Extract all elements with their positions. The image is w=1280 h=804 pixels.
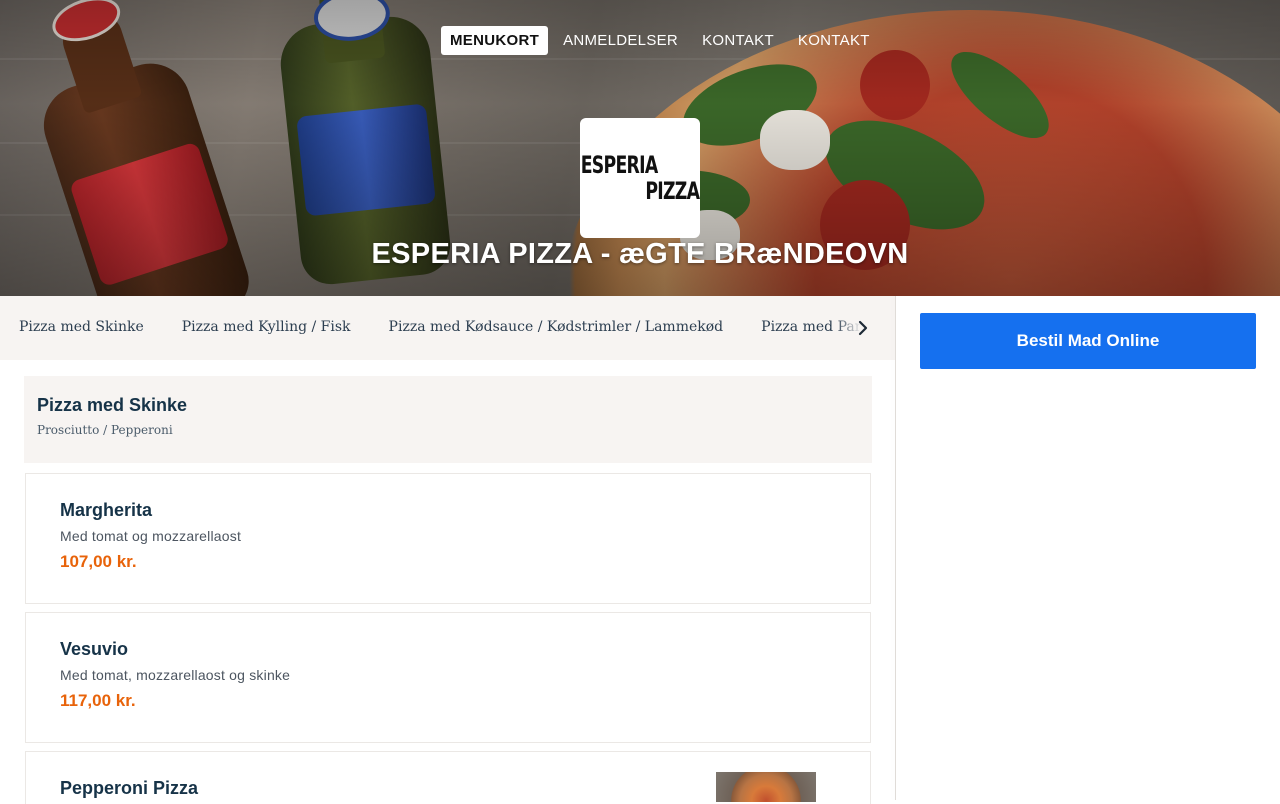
section-title: Pizza med Skinke bbox=[37, 395, 188, 415]
menu-section-header: Pizza med Skinke Prosciutto / Pepperoni bbox=[24, 376, 872, 463]
category-tab-koedsauce[interactable]: Pizza med Kødsauce / Kødstrimler / Lamme… bbox=[370, 296, 743, 360]
restaurant-title: ESPERIA PIZZA - æGTE BRæNDEOVN bbox=[371, 238, 909, 270]
category-tab-kylling-fisk[interactable]: Pizza med Kylling / Fisk bbox=[163, 296, 370, 360]
top-nav: MENUKORT ANMELDELSER KONTAKT KONTAKT bbox=[441, 26, 885, 55]
item-price: 117,00 kr. bbox=[60, 691, 136, 710]
nav-item-kontakt-2[interactable]: KONTAKT bbox=[789, 26, 879, 55]
sidebar-divider bbox=[895, 296, 896, 800]
category-bar: Pizza med Skinke Pizza med Kylling / Fis… bbox=[0, 296, 895, 360]
item-name: Vesuvio bbox=[60, 639, 129, 659]
item-price: 107,00 kr. bbox=[60, 552, 137, 571]
restaurant-logo: ESPERIA PIZZA bbox=[580, 118, 700, 238]
chevron-right-icon[interactable] bbox=[853, 318, 873, 338]
order-online-button[interactable]: Bestil Mad Online bbox=[920, 313, 1256, 369]
logo-line-1: ESPERIA bbox=[580, 151, 659, 179]
menu-item[interactable]: Pepperoni Pizza bbox=[25, 751, 871, 804]
category-tabs: Pizza med Skinke Pizza med Kylling / Fis… bbox=[0, 296, 895, 360]
section-subtitle: Prosciutto / Pepperoni bbox=[37, 423, 173, 437]
item-description: Med tomat, mozzarellaost og skinke bbox=[60, 667, 291, 683]
nav-item-anmeldelser[interactable]: ANMELDELSER bbox=[554, 26, 687, 55]
nav-item-kontakt[interactable]: KONTAKT bbox=[693, 26, 783, 55]
pizza-thumbnail bbox=[716, 772, 816, 802]
nav-item-menukort[interactable]: MENUKORT bbox=[441, 26, 549, 55]
logo-line-2: PIZZA bbox=[645, 177, 700, 205]
menu-item[interactable]: Margherita Med tomat og mozzarellaost 10… bbox=[25, 473, 871, 604]
item-name: Margherita bbox=[60, 500, 153, 520]
menu-item[interactable]: Vesuvio Med tomat, mozzarellaost og skin… bbox=[25, 612, 871, 743]
item-description: Med tomat og mozzarellaost bbox=[60, 528, 242, 544]
category-tab-skinke[interactable]: Pizza med Skinke bbox=[0, 296, 163, 360]
